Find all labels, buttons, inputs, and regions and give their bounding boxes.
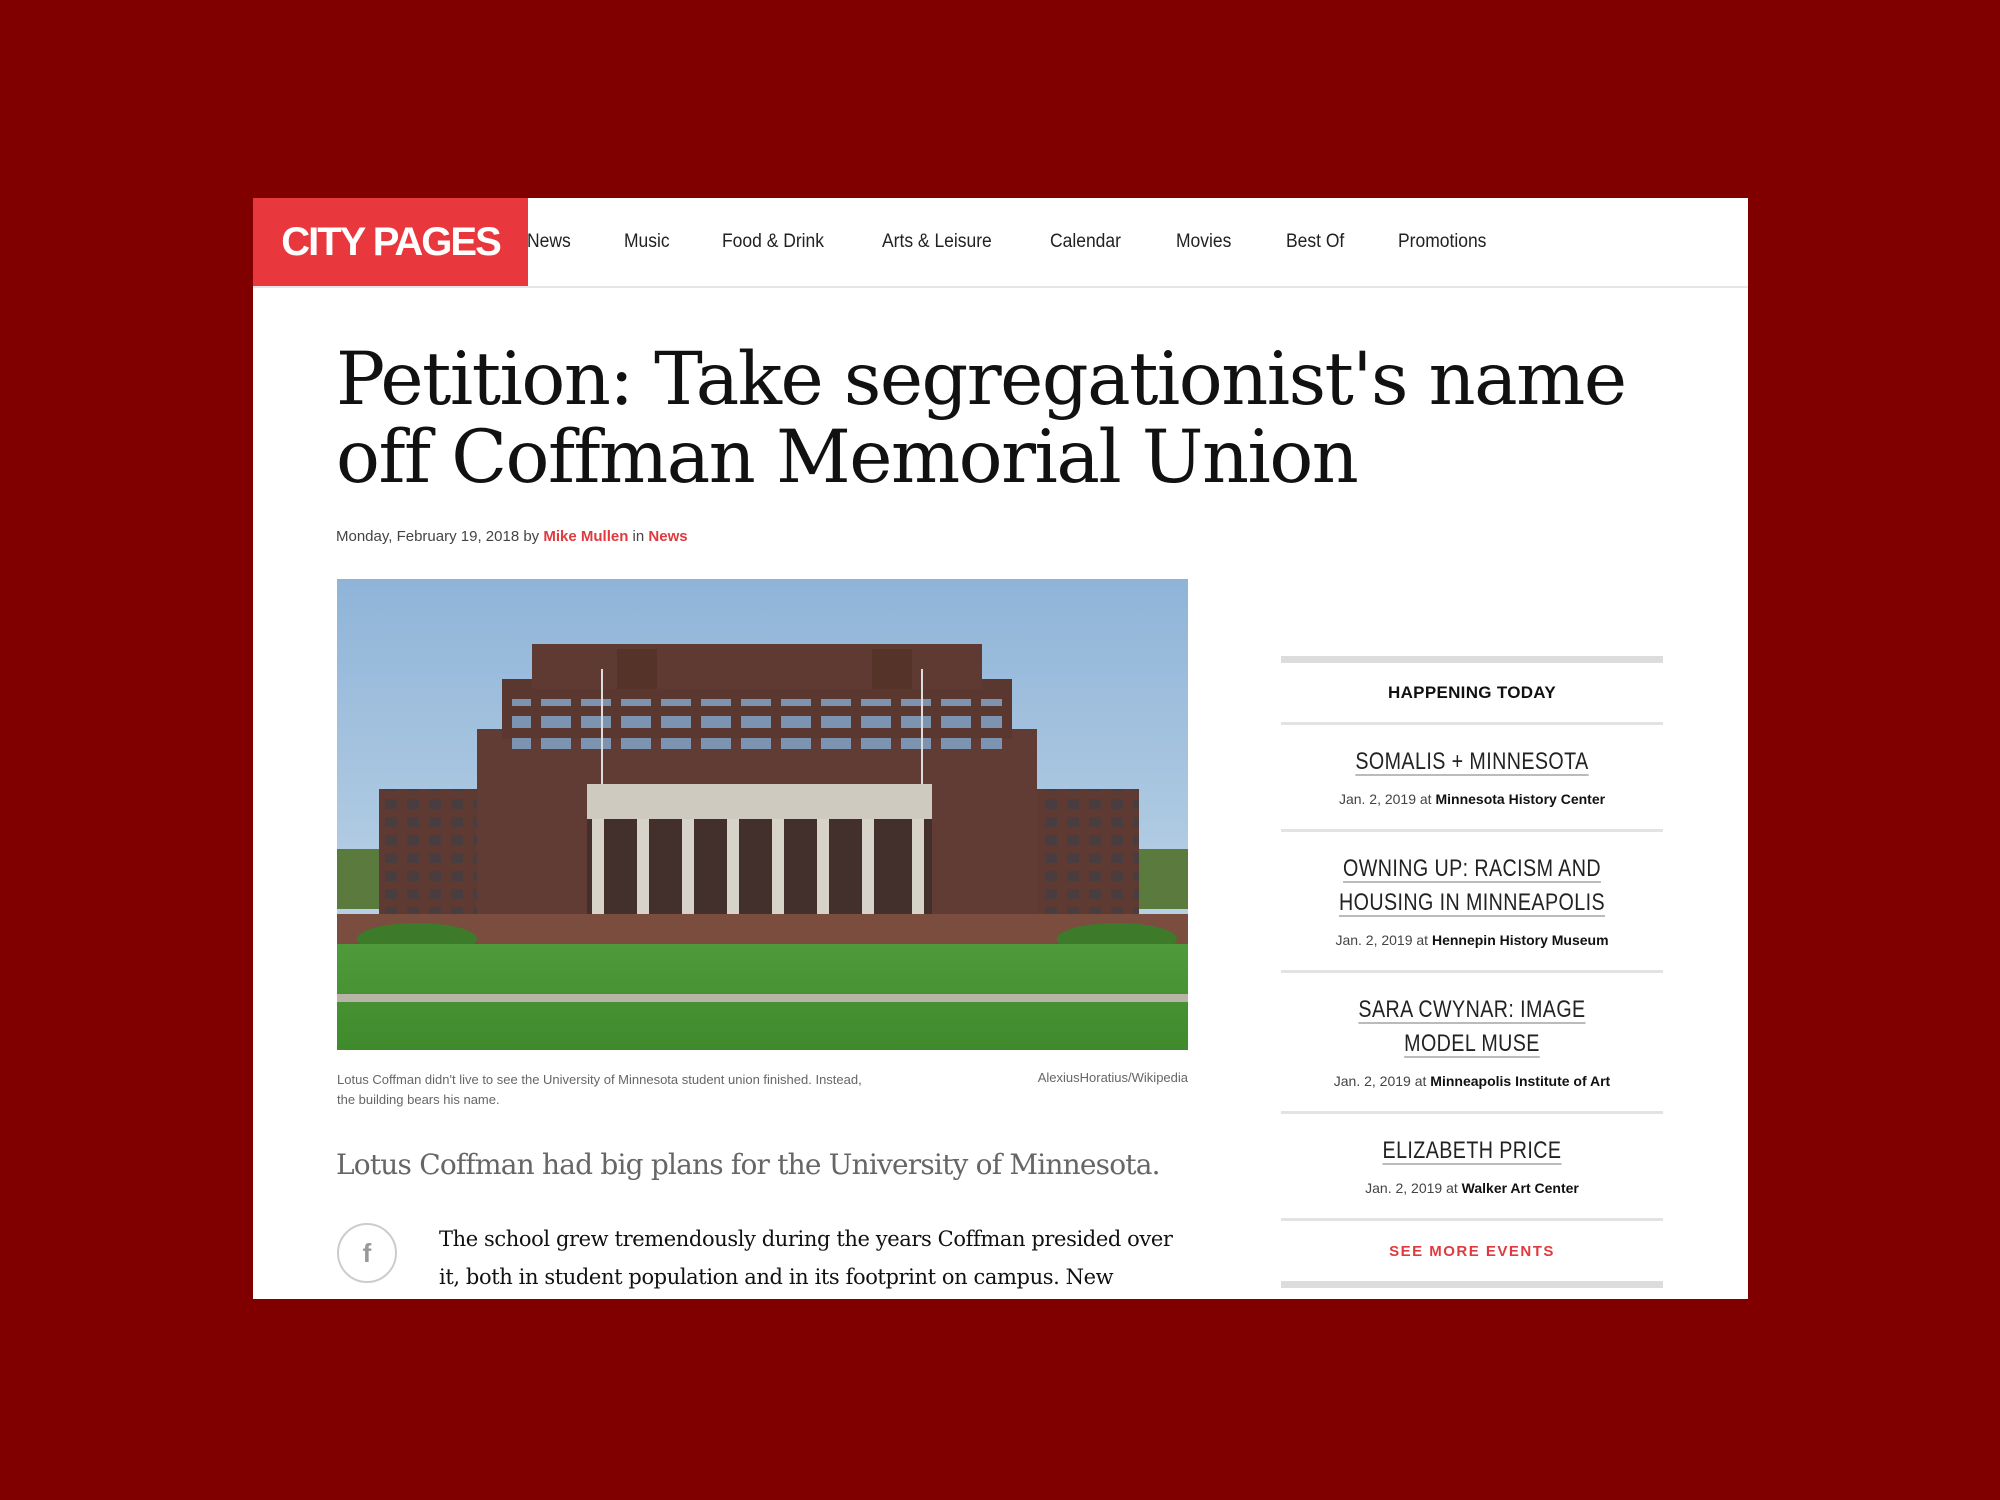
article-photo xyxy=(337,579,1188,1050)
nav-item-promotions[interactable]: Promotions xyxy=(1398,231,1486,253)
nav-item-best-of[interactable]: Best Of xyxy=(1286,231,1344,253)
coffman-union-image xyxy=(337,579,1188,1050)
event-title-link[interactable]: SOMALIS + MINNESOTA xyxy=(1327,745,1617,779)
event-item: SOMALIS + MINNESOTA Jan. 2, 2019 at Minn… xyxy=(1281,725,1663,832)
see-more-events-link[interactable]: SEE MORE EVENTS xyxy=(1281,1221,1663,1281)
nav-item-calendar[interactable]: Calendar xyxy=(1050,231,1121,253)
event-date: Jan. 2, 2019 xyxy=(1365,1180,1443,1196)
event-at: at xyxy=(1419,791,1432,807)
nav-item-food-drink[interactable]: Food & Drink xyxy=(722,231,824,253)
main-nav: News Music Food & Drink Arts & Leisure C… xyxy=(527,198,1494,286)
event-date: Jan. 2, 2019 xyxy=(1335,932,1413,948)
event-date: Jan. 2, 2019 xyxy=(1333,1073,1411,1089)
byline-in: in xyxy=(632,528,645,545)
nav-item-movies[interactable]: Movies xyxy=(1176,231,1231,253)
event-meta: Jan. 2, 2019 at Minneapolis Institute of… xyxy=(1295,1073,1649,1089)
article-headline: Petition: Take segregationist's name off… xyxy=(336,337,1627,500)
section-link[interactable]: News xyxy=(648,528,687,545)
event-item: ELIZABETH PRICE Jan. 2, 2019 at Walker A… xyxy=(1281,1114,1663,1221)
article-body: The school grew tremendously during the … xyxy=(439,1227,1173,1289)
event-venue[interactable]: Hennepin History Museum xyxy=(1432,932,1609,948)
event-at: at xyxy=(1416,932,1429,948)
event-title-link[interactable]: ELIZABETH PRICE xyxy=(1327,1134,1617,1168)
event-at: at xyxy=(1446,1180,1458,1196)
facebook-share-button[interactable]: f xyxy=(337,1223,397,1283)
event-meta: Jan. 2, 2019 at Walker Art Center xyxy=(1295,1180,1649,1196)
widget-bottom-bar xyxy=(1281,1281,1663,1288)
event-date: Jan. 2, 2019 xyxy=(1338,791,1416,807)
event-meta: Jan. 2, 2019 at Hennepin History Museum xyxy=(1295,932,1649,948)
widget-title: HAPPENING TODAY xyxy=(1281,663,1663,725)
event-venue[interactable]: Minnesota History Center xyxy=(1435,791,1605,807)
event-meta: Jan. 2, 2019 at Minnesota History Center xyxy=(1295,791,1649,807)
event-item: SARA CWYNAR: IMAGE MODEL MUSE Jan. 2, 20… xyxy=(1281,973,1663,1114)
event-title-link[interactable]: SARA CWYNAR: IMAGE MODEL MUSE xyxy=(1327,993,1617,1061)
author-link[interactable]: Mike Mullen xyxy=(543,528,628,545)
event-venue[interactable]: Walker Art Center xyxy=(1462,1180,1579,1196)
event-at: at xyxy=(1414,1073,1427,1089)
widget-top-bar xyxy=(1281,656,1663,663)
site-header: CITY PAGES News Music Food & Drink Arts … xyxy=(253,198,1748,288)
event-title-link[interactable]: OWNING UP: RACISM AND HOUSING IN MINNEAP… xyxy=(1327,852,1617,920)
byline-by: by xyxy=(523,528,540,545)
event-item: OWNING UP: RACISM AND HOUSING IN MINNEAP… xyxy=(1281,832,1663,973)
article-date: Monday, February 19, 2018 xyxy=(336,528,520,545)
city-pages-logo[interactable]: CITY PAGES xyxy=(253,198,528,286)
nav-item-music[interactable]: Music xyxy=(624,231,670,253)
nav-item-news[interactable]: News xyxy=(527,231,571,253)
photo-caption: Lotus Coffman didn't live to see the Uni… xyxy=(337,1072,862,1107)
nav-item-arts-leisure[interactable]: Arts & Leisure xyxy=(882,231,992,253)
photo-credit: AlexiusHoratius/Wikipedia xyxy=(1037,1070,1188,1085)
browser-page: CITY PAGES News Music Food & Drink Arts … xyxy=(253,198,1748,1299)
article-lede: Lotus Coffman had big plans for the Univ… xyxy=(336,1148,1161,1181)
event-venue[interactable]: Minneapolis Institute of Art xyxy=(1430,1073,1610,1089)
facebook-icon: f xyxy=(362,1237,372,1268)
happening-today-widget: HAPPENING TODAY SOMALIS + MINNESOTA Jan.… xyxy=(1281,656,1663,1288)
byline: Monday, February 19, 2018 by Mike Mullen… xyxy=(336,528,688,545)
